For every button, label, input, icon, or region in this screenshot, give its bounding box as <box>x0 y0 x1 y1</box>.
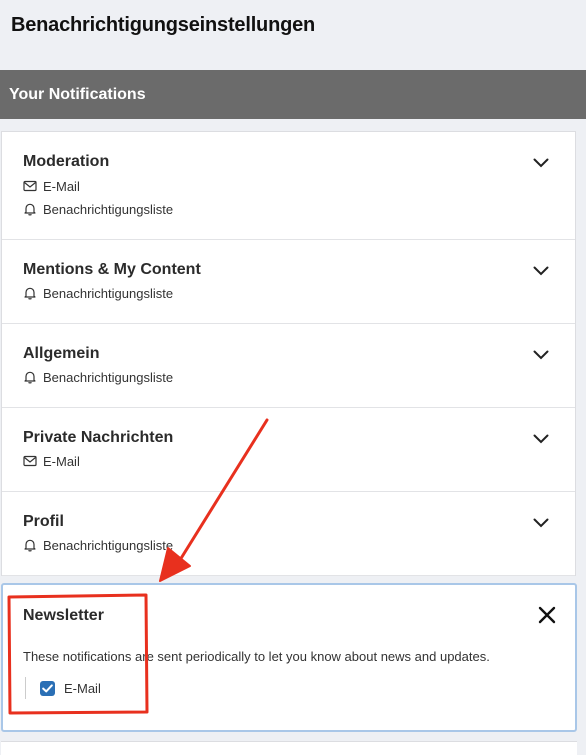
chevron-down-icon[interactable] <box>533 266 549 276</box>
email-option-label: E-Mail <box>64 680 101 696</box>
category-row-allgemein[interactable]: Allgemein Benachrichtigungsliste <box>2 324 575 408</box>
channel-label: E-Mail <box>43 453 80 469</box>
email-checkbox[interactable] <box>40 680 55 696</box>
category-title: Allgemein <box>23 345 100 362</box>
chevron-down-icon[interactable] <box>533 434 549 444</box>
category-row-moderation[interactable]: Moderation E-Mail Benachrichtigungsliste <box>2 132 575 240</box>
envelope-icon <box>23 180 37 192</box>
panel-title: Newsletter <box>23 607 104 624</box>
channel-label: Benachrichtigungsliste <box>43 201 174 217</box>
notification-category-list: Moderation E-Mail Benachrichtigungsliste… <box>1 131 576 576</box>
section-header: Your Notifications <box>0 70 586 119</box>
chevron-down-icon[interactable] <box>533 158 549 168</box>
channel-label: Benachrichtigungsliste <box>43 285 174 301</box>
category-title: Profil <box>23 513 64 530</box>
bell-icon <box>24 203 36 216</box>
category-row-profil[interactable]: Profil Benachrichtigungsliste <box>2 492 575 576</box>
page-title: Benachrichtigungseinstellungen <box>11 14 316 36</box>
email-option[interactable]: E-Mail <box>25 677 101 699</box>
panel-description: These notifications are sent periodicall… <box>23 649 490 664</box>
bell-icon <box>24 539 36 552</box>
category-row-private-messages[interactable]: Private Nachrichten E-Mail <box>2 408 575 492</box>
chevron-down-icon[interactable] <box>533 350 549 360</box>
channel-label: Benachrichtigungsliste <box>43 369 174 385</box>
next-section-edge <box>1 741 577 755</box>
channel-label: Benachrichtigungsliste <box>43 537 174 553</box>
bell-icon <box>24 371 36 384</box>
category-title: Moderation <box>23 153 110 170</box>
close-icon[interactable] <box>537 605 557 625</box>
channel-label: E-Mail <box>43 178 80 194</box>
category-title: Private Nachrichten <box>23 429 174 446</box>
checkmark-icon <box>42 683 53 692</box>
category-row-mentions[interactable]: Mentions & My Content Benachrichtigungsl… <box>2 240 575 324</box>
category-title: Mentions & My Content <box>23 261 201 278</box>
bell-icon <box>24 287 36 300</box>
envelope-icon <box>23 455 37 467</box>
newsletter-panel: Newsletter These notifications are sent … <box>1 583 577 732</box>
chevron-down-icon[interactable] <box>533 518 549 528</box>
